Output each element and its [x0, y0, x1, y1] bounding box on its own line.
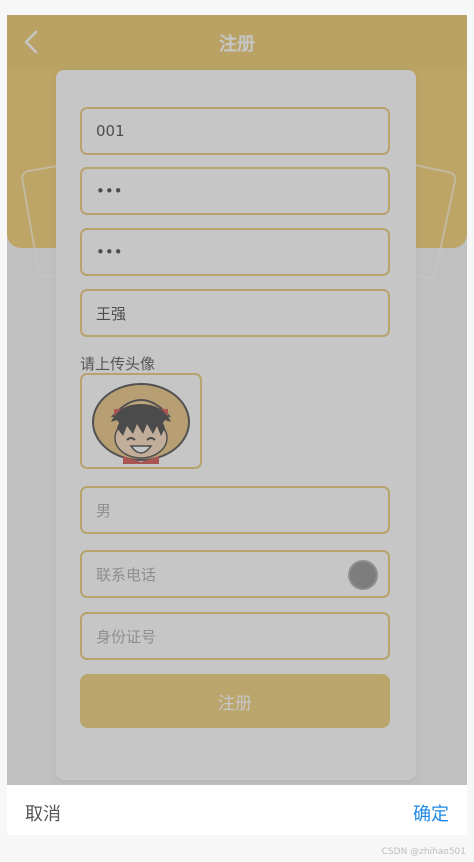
cancel-button[interactable]: 取消: [25, 800, 61, 826]
watermark: CSDN @zhihao501: [381, 847, 466, 857]
picker-action-bar: 取消 确定: [7, 785, 467, 835]
account-input[interactable]: 001: [80, 107, 390, 155]
confirm-button[interactable]: 确定: [413, 800, 449, 826]
phone-placeholder: 联系电话: [96, 565, 157, 584]
phone-input[interactable]: 联系电话: [80, 550, 390, 598]
name-input[interactable]: 王强: [80, 289, 390, 337]
navbar: 注册: [7, 15, 467, 70]
page-title: 注册: [219, 34, 255, 55]
gender-select[interactable]: 男: [80, 486, 390, 534]
avatar-image: [92, 383, 190, 464]
avatar-upload-label: 请上传头像: [80, 355, 156, 373]
screen: 注册 001 ••• ••• 王强 请上传头像 男 联系电话 身份证号 注册 取…: [0, 0, 474, 862]
id-card-input[interactable]: 身份证号: [80, 612, 390, 660]
register-button[interactable]: 注册: [80, 674, 390, 728]
confirm-password-input[interactable]: •••: [80, 228, 390, 276]
password-input[interactable]: •••: [80, 167, 390, 215]
avatar-upload-box[interactable]: [80, 373, 202, 469]
register-form-card: 001 ••• ••• 王强 请上传头像 男 联系电话 身份证号 注册: [56, 70, 416, 780]
drag-handle[interactable]: [348, 560, 378, 590]
app-view: 注册 001 ••• ••• 王强 请上传头像 男 联系电话 身份证号 注册: [7, 15, 467, 785]
